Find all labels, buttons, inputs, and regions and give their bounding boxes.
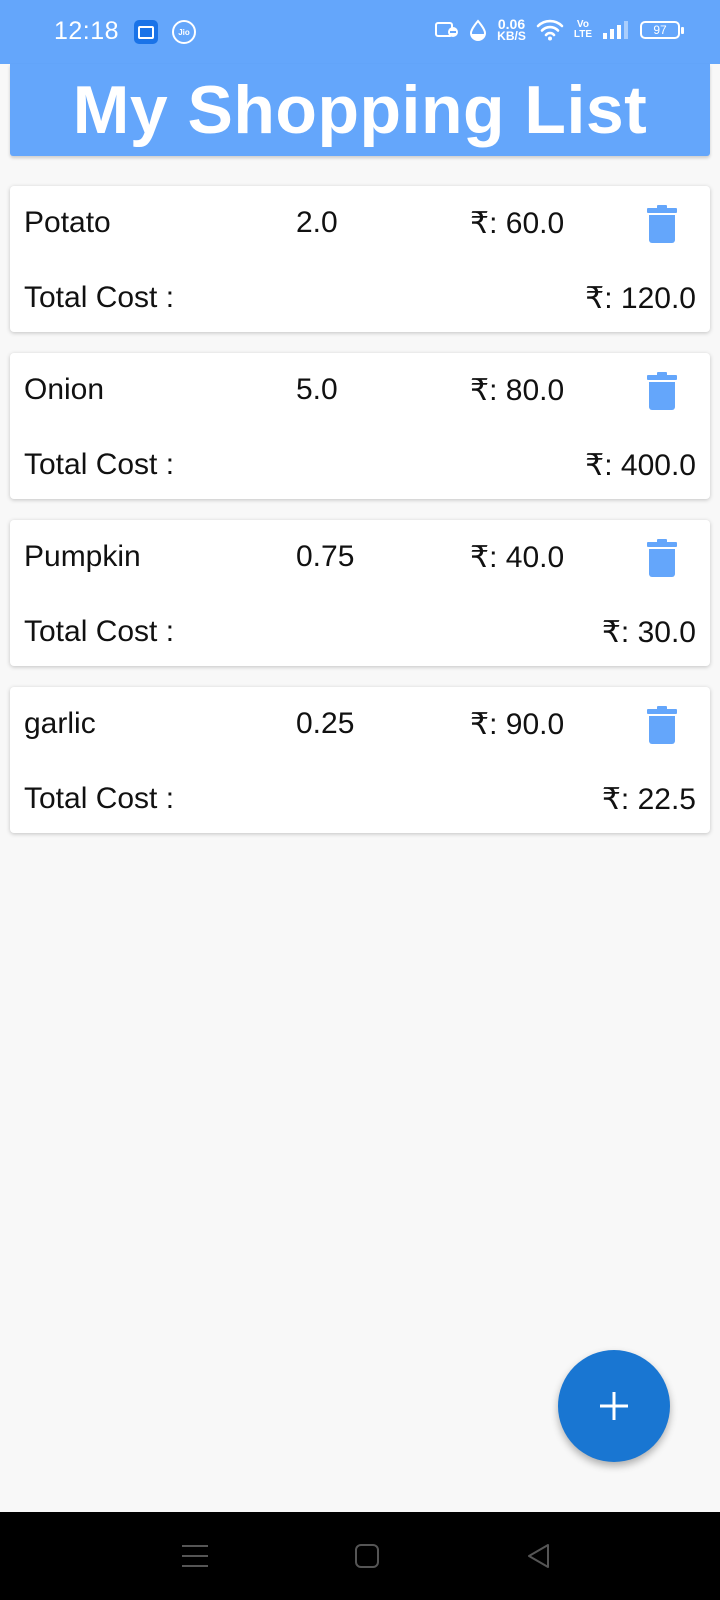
app-header: My Shopping List bbox=[10, 64, 710, 156]
item-price: ₹: 60.0 bbox=[470, 207, 565, 240]
total-cost-label: Total Cost : bbox=[24, 448, 175, 481]
status-time: 12:18 bbox=[54, 17, 120, 45]
delete-button[interactable] bbox=[644, 536, 680, 580]
nav-recents-button[interactable] bbox=[177, 1538, 213, 1574]
item-quantity: 0.75 bbox=[296, 540, 355, 573]
page-title: My Shopping List bbox=[72, 72, 648, 148]
sim-card-icon bbox=[435, 22, 459, 37]
total-cost-value: ₹: 120.0 bbox=[585, 282, 696, 315]
trash-icon bbox=[647, 372, 677, 410]
item-quantity: 5.0 bbox=[296, 373, 338, 406]
signal-icon bbox=[603, 21, 628, 39]
volte-indicator: Vo LTE bbox=[573, 19, 592, 40]
delete-button[interactable] bbox=[644, 703, 680, 747]
total-cost-value: ₹: 30.0 bbox=[601, 616, 696, 649]
delete-button[interactable] bbox=[644, 369, 680, 413]
trash-icon bbox=[647, 539, 677, 577]
nav-back-button[interactable] bbox=[521, 1538, 557, 1574]
list-item[interactable]: Onion 5.0 ₹: 80.0 Total Cost : ₹: 400.0 bbox=[10, 353, 710, 499]
item-name: Potato bbox=[24, 206, 111, 239]
item-name: garlic bbox=[24, 707, 96, 740]
total-cost-value: ₹: 400.0 bbox=[585, 449, 696, 482]
battery-icon: 97 bbox=[640, 21, 684, 39]
trash-icon bbox=[647, 205, 677, 243]
shopping-list: Potato 2.0 ₹: 60.0 Total Cost : ₹: 120.0… bbox=[10, 186, 710, 854]
total-cost-value: ₹: 22.5 bbox=[601, 783, 696, 816]
data-saver-icon bbox=[470, 19, 487, 41]
system-nav-bar bbox=[0, 1512, 720, 1600]
status-left-icons: Jio bbox=[134, 20, 196, 44]
status-right-icons: 0.06 KB/S Vo LTE 97 bbox=[435, 16, 684, 43]
list-item[interactable]: garlic 0.25 ₹: 90.0 Total Cost : ₹: 22.5 bbox=[10, 687, 710, 833]
total-cost-label: Total Cost : bbox=[24, 782, 175, 815]
home-icon bbox=[355, 1544, 379, 1568]
total-cost-label: Total Cost : bbox=[24, 615, 175, 648]
item-name: Onion bbox=[24, 373, 105, 406]
item-name: Pumpkin bbox=[24, 540, 141, 573]
item-price: ₹: 80.0 bbox=[470, 374, 565, 407]
add-item-button[interactable] bbox=[558, 1350, 670, 1462]
notification-app-icon bbox=[134, 20, 158, 44]
nav-home-button[interactable] bbox=[349, 1538, 385, 1574]
list-item[interactable]: Potato 2.0 ₹: 60.0 Total Cost : ₹: 120.0 bbox=[10, 186, 710, 332]
delete-button[interactable] bbox=[644, 202, 680, 246]
item-quantity: 2.0 bbox=[296, 206, 338, 239]
status-bar: 12:18 Jio 0.06 KB/S Vo LTE 97 bbox=[0, 0, 720, 64]
trash-icon bbox=[647, 706, 677, 744]
total-cost-label: Total Cost : bbox=[24, 281, 175, 314]
list-item[interactable]: Pumpkin 0.75 ₹: 40.0 Total Cost : ₹: 30.… bbox=[10, 520, 710, 666]
item-quantity: 0.25 bbox=[296, 707, 355, 740]
menu-icon bbox=[182, 1545, 208, 1567]
item-price: ₹: 40.0 bbox=[470, 541, 565, 574]
plus-icon bbox=[600, 1392, 628, 1420]
back-icon bbox=[528, 1544, 549, 1568]
wifi-icon bbox=[536, 19, 564, 41]
jio-icon: Jio bbox=[172, 20, 196, 44]
item-price: ₹: 90.0 bbox=[470, 708, 565, 741]
network-speed: 0.06 KB/S bbox=[497, 16, 526, 43]
